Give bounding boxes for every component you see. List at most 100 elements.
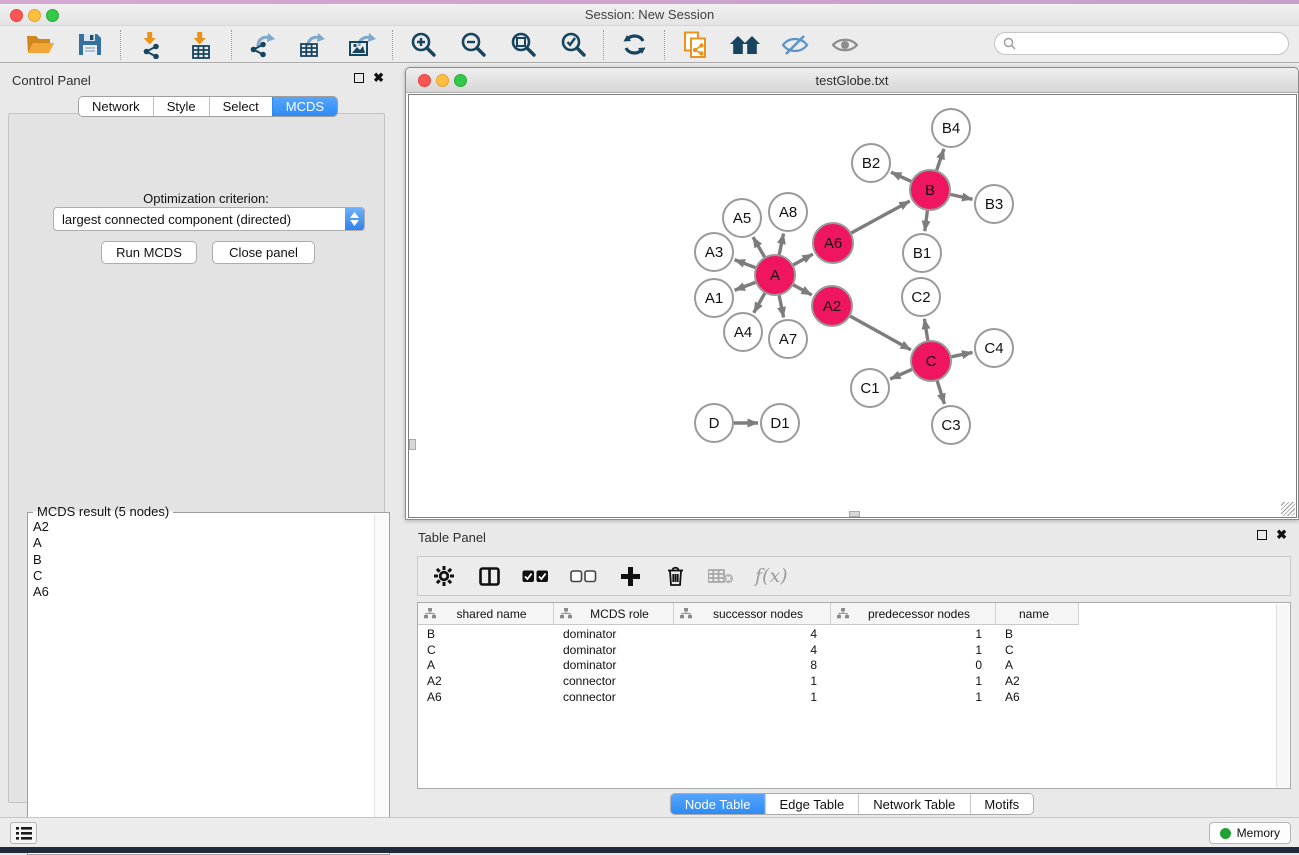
- tab-mcds[interactable]: MCDS: [272, 97, 337, 116]
- node-table-scrollbar[interactable]: [1276, 604, 1289, 787]
- main-toolbar: [0, 27, 1299, 63]
- show-all-icon[interactable]: [828, 29, 862, 61]
- import-network-icon[interactable]: [134, 29, 168, 61]
- column-header-name[interactable]: name: [996, 603, 1079, 625]
- graph-edge-A-A2[interactable]: [793, 285, 812, 295]
- tab-select[interactable]: Select: [209, 97, 272, 116]
- graph-node-label-A5: A5: [733, 210, 751, 227]
- import-table-icon[interactable]: [184, 29, 218, 61]
- graph-edge-A6-B[interactable]: [851, 201, 910, 233]
- cell-successor-nodes: 1: [674, 674, 831, 690]
- graph-edge-B-B3[interactable]: [950, 194, 973, 199]
- export-network-icon[interactable]: [245, 29, 279, 61]
- graph-edge-B-B2[interactable]: [891, 172, 912, 182]
- column-header-successor-nodes[interactable]: successor nodes: [674, 603, 831, 625]
- control-panel-float-icon[interactable]: [354, 73, 364, 83]
- column-header-predecessor-nodes[interactable]: predecessor nodes: [831, 603, 996, 625]
- hide-selected-icon[interactable]: [778, 29, 812, 61]
- search-input[interactable]: [1016, 37, 1288, 51]
- tab-edge-table[interactable]: Edge Table: [764, 794, 858, 814]
- graph-edge-C-C2[interactable]: [924, 319, 928, 342]
- graph-edge-C-C1[interactable]: [890, 369, 913, 379]
- desktop-background-bottom: [0, 847, 1299, 853]
- canvas-bottom-splitter-handle[interactable]: [849, 511, 860, 517]
- apply-layout-icon[interactable]: [617, 29, 651, 61]
- deselect-all-icon[interactable]: [570, 561, 597, 591]
- mcds-result-scrollbar[interactable]: [374, 514, 388, 853]
- open-session-icon[interactable]: [23, 29, 57, 61]
- tab-motifs[interactable]: Motifs: [969, 794, 1033, 814]
- toggle-panel-icon[interactable]: [477, 561, 501, 591]
- memory-button[interactable]: Memory: [1209, 822, 1291, 844]
- table-row[interactable]: A6connector11A6: [418, 690, 1276, 706]
- table-panel-title: Table Panel: [418, 530, 486, 545]
- graph-node-label-B1: B1: [913, 245, 931, 262]
- search-box[interactable]: [994, 32, 1289, 55]
- tab-network-table[interactable]: Network Table: [858, 794, 969, 814]
- task-history-button[interactable]: [10, 822, 37, 844]
- zoom-selected-icon[interactable]: [556, 29, 590, 61]
- window-resize-grip[interactable]: [1281, 502, 1295, 516]
- graph-node-label-D1: D1: [770, 415, 789, 432]
- cell-MCDS-role: connector: [554, 674, 674, 690]
- control-panel-close-icon[interactable]: ✖: [373, 73, 384, 83]
- table-panel-close-icon[interactable]: ✖: [1276, 530, 1287, 540]
- column-header-MCDS-role[interactable]: MCDS role: [554, 603, 674, 625]
- table-row[interactable]: Bdominator41B: [418, 627, 1276, 643]
- graph-edge-B-B1[interactable]: [925, 210, 928, 231]
- graph-edge-B-B4[interactable]: [936, 149, 944, 171]
- tab-node-table[interactable]: Node Table: [671, 794, 765, 814]
- close-panel-button[interactable]: Close panel: [212, 241, 315, 264]
- cell-name: A2: [996, 674, 1079, 690]
- tab-network[interactable]: Network: [79, 97, 153, 116]
- main-toolbar-icons: [10, 29, 875, 61]
- graph-edge-A-A5[interactable]: [753, 237, 765, 258]
- tab-style[interactable]: Style: [153, 97, 209, 116]
- mcds-result-item[interactable]: A: [28, 535, 373, 551]
- new-network-from-selection-icon[interactable]: [678, 29, 712, 61]
- mcds-result-item[interactable]: C: [28, 568, 373, 584]
- function-builder-label: f(x): [755, 565, 788, 587]
- mcds-result-item[interactable]: A2: [28, 519, 373, 535]
- table-row[interactable]: A2connector11A2: [418, 674, 1276, 690]
- first-neighbors-icon[interactable]: [728, 29, 762, 61]
- export-table-icon[interactable]: [295, 29, 329, 61]
- app-title-bar: Session: New Session: [0, 4, 1299, 26]
- save-session-icon[interactable]: [73, 29, 107, 61]
- graph-edge-C-C4[interactable]: [951, 352, 973, 357]
- cell-successor-nodes: 8: [674, 658, 831, 674]
- table-settings-icon[interactable]: [432, 561, 456, 591]
- delete-column-icon[interactable]: [663, 561, 687, 591]
- graph-edge-A-A3[interactable]: [735, 260, 757, 268]
- graph-edge-A-A7[interactable]: [779, 295, 784, 318]
- graph-node-label-C1: C1: [860, 380, 879, 397]
- zoom-in-icon[interactable]: [406, 29, 440, 61]
- add-column-icon[interactable]: [618, 561, 642, 591]
- run-mcds-button[interactable]: Run MCDS: [101, 241, 197, 264]
- table-panel-float-icon[interactable]: [1257, 530, 1267, 540]
- optimization-criterion-select[interactable]: largest connected component (directed): [53, 207, 365, 231]
- table-row[interactable]: Cdominator41C: [418, 643, 1276, 659]
- zoom-fit-icon[interactable]: [506, 29, 540, 61]
- select-all-icon[interactable]: [522, 561, 549, 591]
- mcds-result-item[interactable]: A6: [28, 584, 373, 600]
- graph-edge-A-A6[interactable]: [793, 254, 813, 265]
- graph-edge-A-A4[interactable]: [754, 292, 765, 312]
- cell-predecessor-nodes: 1: [831, 627, 996, 643]
- graph-edge-C-C3[interactable]: [937, 380, 944, 404]
- export-image-icon[interactable]: [345, 29, 379, 61]
- graph-edge-A2-C[interactable]: [849, 316, 910, 350]
- graph-edge-A-A1[interactable]: [735, 282, 757, 290]
- table-row[interactable]: Adominator80A: [418, 658, 1276, 674]
- mcds-result-item[interactable]: B: [28, 552, 373, 568]
- graph-node-label-A1: A1: [705, 290, 723, 307]
- column-header-shared-name[interactable]: shared name: [418, 603, 554, 625]
- network-window-title-bar[interactable]: testGlobe.txt: [406, 68, 1298, 93]
- canvas-left-splitter-handle[interactable]: [409, 439, 416, 450]
- toolbar-group: [604, 29, 664, 61]
- status-bar: Memory: [0, 817, 1299, 847]
- cell-predecessor-nodes: 0: [831, 658, 996, 674]
- zoom-out-icon[interactable]: [456, 29, 490, 61]
- graph-edge-A-A8[interactable]: [779, 234, 784, 256]
- network-canvas[interactable]: AA1A2A3A4A5A6A7A8BB1B2B3B4CC1C2C3C4DD1: [408, 94, 1297, 518]
